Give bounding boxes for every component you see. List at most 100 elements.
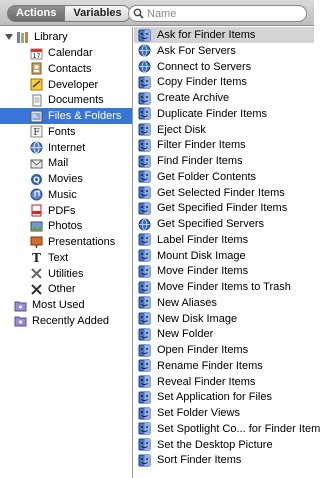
library-item[interactable]: Mail [0,155,132,171]
library-item[interactable]: Q Movies [0,171,132,187]
svg-text:17: 17 [33,53,41,60]
library-item[interactable]: Other [0,281,132,297]
finder-icon [138,438,151,451]
library-item[interactable]: F Fonts [0,124,132,140]
library-item-label: Music [48,188,77,201]
search-field[interactable] [128,5,307,22]
action-item[interactable]: Label Finder Items [134,232,314,248]
internet-icon [30,141,43,154]
action-item[interactable]: Set Folder Views [134,405,314,421]
smart-folder-icon [14,301,27,311]
action-item[interactable]: New Folder [134,326,314,342]
action-item-label: Set Folder Views [157,407,240,419]
toolbar: Actions Variables [0,0,314,26]
variables-tab[interactable]: Variables [65,5,131,22]
library-item[interactable]: Utilities [0,266,132,282]
action-item[interactable]: Ask for Finder Items [134,27,314,43]
finder-icon [138,170,151,183]
library-item[interactable]: PDFs [0,203,132,219]
finder-icon [138,123,151,136]
action-item[interactable]: Get Folder Contents [134,169,314,185]
finder-icon [138,296,151,309]
action-item[interactable]: Mount Disk Image [134,248,314,264]
finder-icon [138,139,151,152]
search-input[interactable] [144,7,306,20]
movies-icon: Q [31,173,42,185]
action-item[interactable]: Filter Finder Items [134,137,314,153]
finder-icon [138,281,151,293]
library-item-label: Contacts [48,62,92,75]
view-segmented-control: Actions Variables [7,5,131,22]
action-item-label: Reveal Finder Items [157,375,256,388]
action-item[interactable]: Copy Finder Items [134,74,314,90]
action-item[interactable]: Reveal Finder Items [134,374,314,390]
action-item[interactable]: Find Finder Items [134,153,314,169]
utilities-icon [31,268,42,279]
svg-text:T: T [32,251,41,264]
library-item-label: Movies [48,173,83,185]
library-item[interactable]: T Text [0,250,132,266]
library-item[interactable]: Developer [0,77,132,93]
action-item[interactable]: Set Spotlight Co... for Finder Items [134,421,320,437]
action-item[interactable]: Move Finder Items to Trash [134,279,314,295]
finder-icon [138,359,151,372]
action-item-label: Label Finder Items [157,233,249,246]
action-item-label: New Folder [157,328,214,341]
action-item-label: Sort Finder Items [157,454,242,467]
library-item[interactable]: Music [0,187,132,203]
library-item-label: Internet [48,141,86,154]
action-item[interactable]: Sort Finder Items [134,452,314,468]
finder-icon [138,92,151,104]
finder-icon [138,344,151,356]
action-item-label: Rename Finder Items [157,359,263,372]
action-item[interactable]: Rename Finder Items [134,358,314,374]
action-item-label: New Disk Image [157,312,238,325]
disclosure-triangle-icon[interactable] [4,32,14,42]
library-item[interactable]: Documents [0,92,132,108]
files-folders-icon [30,110,43,122]
action-item-label: Open Finder Items [157,344,249,356]
library-item[interactable]: Contacts [0,61,132,77]
library-item-label: Utilities [48,267,84,280]
other-icon [31,284,42,295]
action-item-label: Get Specified Finder Items [157,202,288,215]
finder-icon [138,29,151,41]
library-group[interactable]: Library [0,29,132,45]
library-item[interactable]: Files & Folders [0,108,132,124]
action-item[interactable]: Get Specified Servers [134,216,314,232]
action-item[interactable]: New Aliases [134,295,314,311]
library-icon [17,31,28,43]
action-item[interactable]: Set the Desktop Picture [134,437,314,453]
library-item[interactable]: Photos [0,218,132,234]
action-item-label: Mount Disk Image [157,249,246,262]
action-item[interactable]: Get Selected Finder Items [134,185,314,201]
presentations-icon [30,236,43,248]
action-item[interactable]: Open Finder Items [134,342,314,358]
library-item-label: Fonts [48,125,76,138]
action-item[interactable]: Create Archive [134,90,314,106]
actions-tab[interactable]: Actions [7,5,66,22]
library-item[interactable]: Presentations [0,234,132,250]
action-item[interactable]: Eject Disk [134,122,314,138]
documents-icon [32,94,42,107]
action-item[interactable]: Duplicate Finder Items [134,106,314,122]
action-item[interactable]: New Disk Image [134,311,314,327]
action-item[interactable]: Set Application for Files [134,389,314,405]
action-item[interactable]: Ask For Servers [134,43,314,59]
library-item-label: Files & Folders [48,110,122,122]
library-item[interactable]: Internet [0,140,132,156]
smart-group-item[interactable]: Recently Added [0,313,132,329]
smart-group-item[interactable]: Most Used [0,297,132,313]
action-item-label: Find Finder Items [157,155,243,167]
action-item-label: Move Finder Items to Trash [157,281,291,293]
finder-icon [138,249,151,262]
server-icon [138,60,151,73]
action-item[interactable]: Get Specified Finder Items [134,200,314,216]
library-item[interactable]: 17 Calendar [0,45,132,61]
action-item[interactable]: Connect to Servers [134,59,314,75]
action-item[interactable]: Move Finder Items [134,263,314,279]
search-icon [133,8,144,19]
server-icon [138,218,151,230]
action-item-label: Get Specified Servers [157,218,264,230]
smart-folder-icon [14,316,27,327]
